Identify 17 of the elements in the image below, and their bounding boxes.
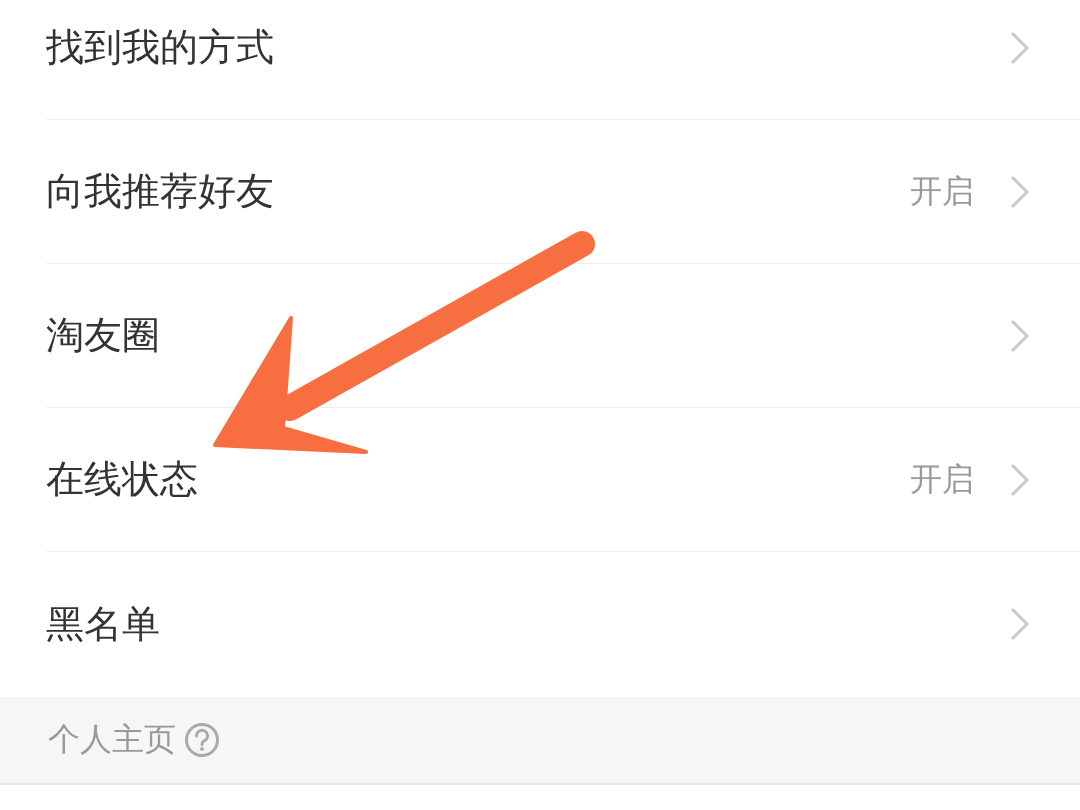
item-value: 开启 (910, 458, 974, 500)
chevron-icon (1010, 174, 1030, 209)
chevron-icon (1010, 30, 1030, 65)
chevron-icon (1010, 462, 1030, 497)
chevron-icon (1010, 318, 1030, 353)
item-label: 找到我的方式 (46, 24, 275, 71)
settings-item[interactable]: 向我推荐好友 开启 (46, 120, 1080, 264)
help-icon[interactable] (184, 722, 220, 758)
item-label: 向我推荐好友 (46, 168, 275, 215)
settings-item[interactable]: 黑名单 (46, 552, 1080, 696)
chevron-icon (1010, 607, 1030, 641)
item-label: 黑名单 (46, 600, 161, 648)
item-value: 开启 (910, 170, 974, 212)
item-label: 在线状态 (46, 456, 199, 503)
settings-item[interactable]: 找到我的方式 (46, 0, 1080, 120)
section-title: 个人主页 (48, 719, 176, 760)
item-label: 淘友圈 (46, 312, 161, 359)
